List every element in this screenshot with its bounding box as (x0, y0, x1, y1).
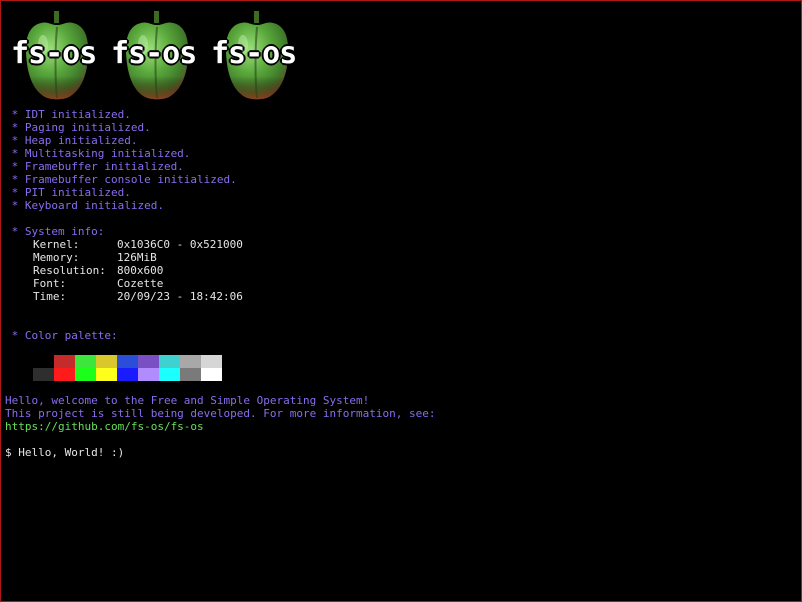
palette-swatch-normal-1 (54, 355, 75, 368)
system-info-label: Time: (33, 290, 67, 303)
palette-heading: * Color palette: (5, 329, 118, 342)
palette-swatch-bright-4 (117, 368, 138, 381)
welcome-line-2: This project is still being developed. F… (5, 407, 436, 420)
palette-swatch-normal-0 (33, 355, 54, 368)
palette-swatch-normal-6 (159, 355, 180, 368)
logo-text: fs-os (11, 36, 97, 71)
system-info-value: 126MiB (117, 251, 157, 264)
palette-swatch-normal-2 (75, 355, 96, 368)
boot-log-line: * Paging initialized. (5, 121, 151, 134)
system-info-value: Cozette (117, 277, 164, 290)
logo-text: fs-os (211, 36, 297, 71)
logo-text: fs-os (111, 36, 197, 71)
color-palette (33, 355, 222, 381)
system-info-value: 20/09/23 - 18:42:06 (117, 290, 243, 303)
boot-log-line: * Framebuffer initialized. (5, 160, 184, 173)
palette-swatch-bright-0 (33, 368, 54, 381)
system-info-label: Font: (33, 277, 67, 290)
fs-os-logo: fs-os (111, 9, 211, 104)
project-link[interactable]: https://github.com/fs-os/fs-os (5, 420, 204, 433)
welcome-line-1: Hello, welcome to the Free and Simple Op… (5, 394, 370, 407)
system-info-value: 800x600 (117, 264, 164, 277)
boot-log-line: * IDT initialized. (5, 108, 131, 121)
palette-swatch-bright-1 (54, 368, 75, 381)
boot-log-line: * Keyboard initialized. (5, 199, 164, 212)
boot-log-line: * Multitasking initialized. (5, 147, 191, 160)
palette-swatch-bright-2 (75, 368, 96, 381)
palette-swatch-normal-4 (117, 355, 138, 368)
palette-swatch-bright-6 (159, 368, 180, 381)
system-info-value: 0x1036C0 - 0x521000 (117, 238, 243, 251)
framebuffer-console: fs-os fs-os fs-os * IDT initialized. * P… (0, 0, 802, 602)
fs-os-logo: fs-os (211, 9, 311, 104)
system-info-heading: * System info: (5, 225, 105, 238)
palette-swatch-bright-3 (96, 368, 117, 381)
palette-swatch-normal-5 (138, 355, 159, 368)
system-info-label: Kernel: (33, 238, 80, 251)
boot-log-line: * Heap initialized. (5, 134, 138, 147)
boot-log-line: * PIT initialized. (5, 186, 131, 199)
boot-log-line: * Framebuffer console initialized. (5, 173, 237, 186)
palette-swatch-normal-3 (96, 355, 117, 368)
fs-os-logo: fs-os (11, 9, 111, 104)
palette-swatch-normal-8 (201, 355, 222, 368)
logo-row: fs-os fs-os fs-os (11, 9, 311, 104)
palette-swatch-bright-7 (180, 368, 201, 381)
palette-swatch-bright-5 (138, 368, 159, 381)
shell-prompt-line[interactable]: $ Hello, World! :) (5, 446, 124, 459)
palette-swatch-bright-8 (201, 368, 222, 381)
system-info-label: Resolution: (33, 264, 106, 277)
system-info-label: Memory: (33, 251, 80, 264)
palette-swatch-normal-7 (180, 355, 201, 368)
